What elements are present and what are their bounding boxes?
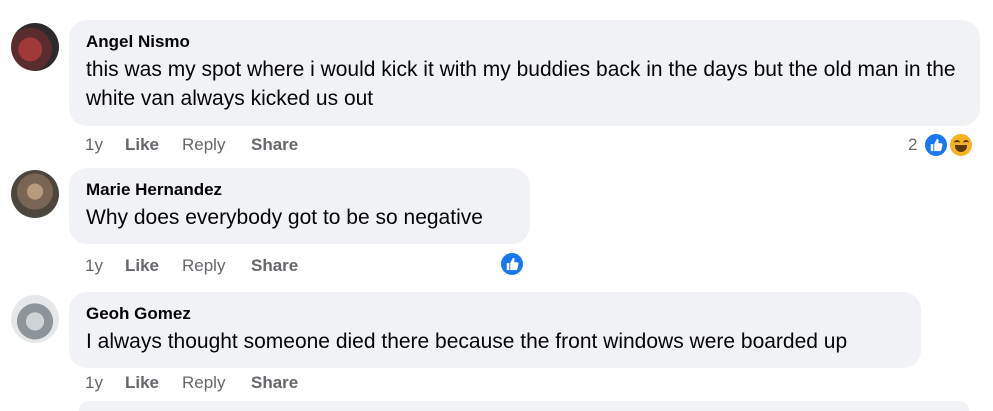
comment-author[interactable]: Angel Nismo xyxy=(86,32,962,52)
comment-text: Why does everybody got to be so negative xyxy=(86,206,483,229)
reply-button[interactable]: Reply xyxy=(182,134,251,156)
comment-actions: 1y Like Reply Share xyxy=(85,372,298,394)
comment-text: I always thought someone died there beca… xyxy=(86,330,848,353)
comment-timestamp[interactable]: 1y xyxy=(85,255,125,277)
share-button[interactable]: Share xyxy=(251,372,298,394)
next-comment-bubble-partial xyxy=(79,401,969,411)
like-button[interactable]: Like xyxy=(125,372,182,394)
like-icon[interactable] xyxy=(499,251,525,277)
avatar[interactable] xyxy=(11,295,59,343)
comment-timestamp[interactable]: 1y xyxy=(85,134,125,156)
comment-timestamp[interactable]: 1y xyxy=(85,372,125,394)
comment-author[interactable]: Geoh Gomez xyxy=(86,304,903,324)
reply-button[interactable]: Reply xyxy=(182,255,251,277)
avatar[interactable] xyxy=(11,170,59,218)
comment-bubble: Marie Hernandez Why does everybody got t… xyxy=(69,168,530,244)
comment-bubble: Angel Nismo this was my spot where i wou… xyxy=(69,20,980,126)
comment-text: this was my spot where i would kick it w… xyxy=(86,58,956,110)
comment-bubble: Geoh Gomez I always thought someone died… xyxy=(69,292,921,368)
like-icon xyxy=(923,132,949,158)
reply-button[interactable]: Reply xyxy=(182,372,251,394)
share-button[interactable]: Share xyxy=(251,255,298,277)
comment-author[interactable]: Marie Hernandez xyxy=(86,180,512,200)
comment-actions: 1y Like Reply Share xyxy=(85,255,298,277)
haha-icon xyxy=(948,132,974,158)
reaction-count[interactable]: 2 xyxy=(908,134,917,156)
like-button[interactable]: Like xyxy=(125,134,182,156)
share-button[interactable]: Share xyxy=(251,134,298,156)
avatar[interactable] xyxy=(11,23,59,71)
comment-actions: 1y Like Reply Share xyxy=(85,134,298,156)
like-button[interactable]: Like xyxy=(125,255,182,277)
